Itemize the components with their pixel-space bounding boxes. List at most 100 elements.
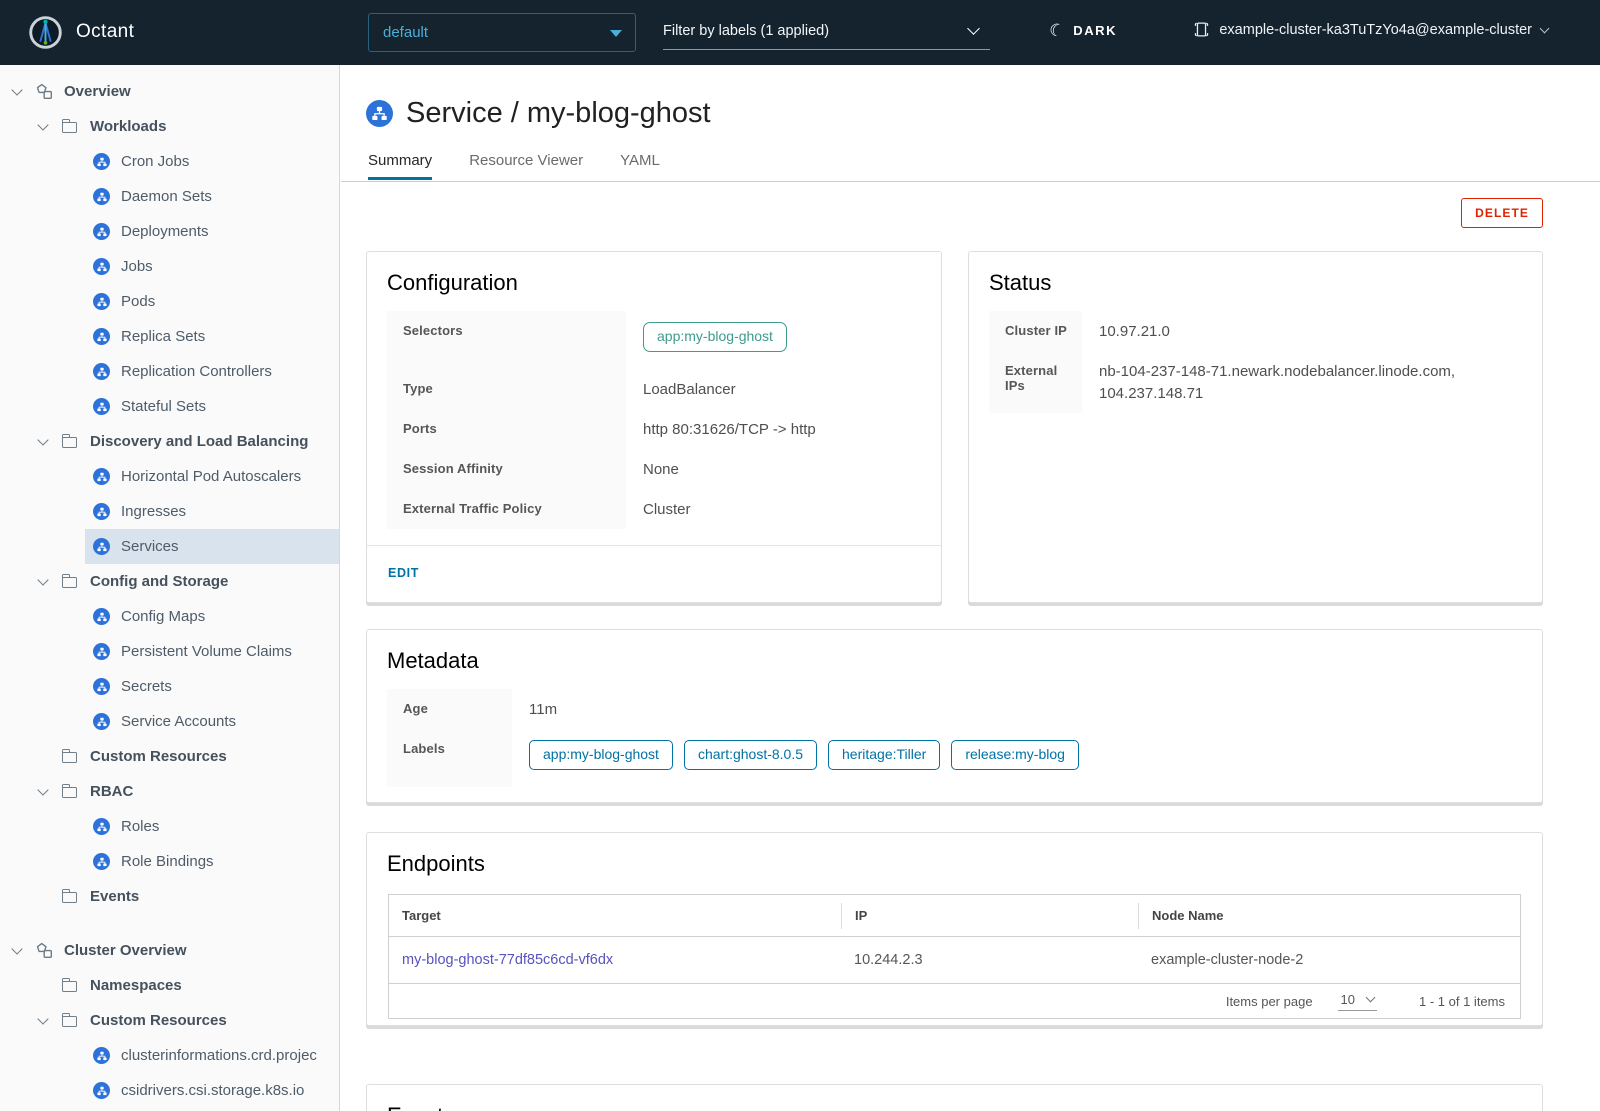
kv-value: None <box>626 449 921 489</box>
sidebar-item-secrets[interactable]: Secrets <box>85 669 339 704</box>
sidebar-item-services[interactable]: Services <box>85 529 339 564</box>
sidebar-item-replication-controllers[interactable]: Replication Controllers <box>85 354 339 389</box>
kv-row-labels: Labelsapp:my-blog-ghostchart:ghost-8.0.5… <box>387 729 1522 787</box>
sidebar-item-cluster-overview[interactable]: Cluster Overview <box>0 933 339 968</box>
sidebar-item-ingresses[interactable]: Ingresses <box>85 494 339 529</box>
label-badge: release:my-blog <box>951 740 1079 770</box>
sidebar-item-role-bindings[interactable]: Role Bindings <box>85 844 339 879</box>
chevron-down-icon[interactable] <box>35 440 62 444</box>
sidebar-item-rbac[interactable]: RBAC <box>0 774 339 809</box>
folder-icon <box>62 787 77 798</box>
metadata-kv-table: Age11mLabelsapp:my-blog-ghostchart:ghost… <box>387 689 1522 787</box>
sidebar-item-clusterinformations-crd-projec[interactable]: clusterinformations.crd.projec <box>85 1038 339 1073</box>
kv-row-age: Age11m <box>387 689 1522 729</box>
status-card-title: Status <box>969 252 1542 296</box>
events-card: Events <box>366 1084 1543 1111</box>
sidebar-item-custom-resources[interactable]: Custom Resources <box>0 1003 339 1038</box>
endpoints-table: TargetIPNode Name my-blog-ghost-77df85c6… <box>388 894 1521 1019</box>
kv-row-external-ips: External IPsnb-104-237-148-71.newark.nod… <box>989 351 1522 413</box>
status-card: Status Cluster IP10.97.21.0External IPsn… <box>968 251 1543 603</box>
sidebar-item-deployments[interactable]: Deployments <box>85 214 339 249</box>
sidebar-item-discovery-and-load-balancing[interactable]: Discovery and Load Balancing <box>0 424 339 459</box>
folder-icon <box>62 1016 77 1027</box>
sidebar-item-overview[interactable]: Overview <box>0 74 339 109</box>
folder-icon <box>62 981 77 992</box>
endpoints-table-header: TargetIPNode Name <box>389 895 1520 937</box>
roles-icon <box>93 818 110 835</box>
sidebar-item-stateful-sets[interactable]: Stateful Sets <box>85 389 339 424</box>
page-size-dropdown[interactable]: 10 <box>1338 992 1377 1011</box>
service-icon <box>366 100 393 127</box>
endpoints-card-title: Endpoints <box>367 833 1542 877</box>
status-kv-table: Cluster IP10.97.21.0External IPsnb-104-2… <box>989 311 1522 413</box>
page-title: Service / my-blog-ghost <box>366 97 711 130</box>
metadata-card: Metadata Age11mLabelsapp:my-blog-ghostch… <box>366 629 1543 803</box>
chevron-down-icon[interactable] <box>35 1019 62 1023</box>
kv-label: Cluster IP <box>989 311 1082 351</box>
tab-summary[interactable]: Summary <box>368 152 432 180</box>
folder-icon <box>62 577 77 588</box>
sidebar-item-roles[interactable]: Roles <box>85 809 339 844</box>
sidebar-item-namespaces[interactable]: Namespaces <box>0 968 339 1003</box>
kv-value: Cluster <box>626 489 921 529</box>
kv-label: External IPs <box>989 351 1082 413</box>
sidebar-item-events[interactable]: Events <box>0 879 339 914</box>
cluster-context-label: example-cluster-ka3TuTzYo4a@example-clus… <box>1219 22 1532 38</box>
filter-by-labels-dropdown[interactable]: Filter by labels (1 applied) <box>663 13 990 50</box>
sidebar-item-jobs[interactable]: Jobs <box>85 249 339 284</box>
sidebar-item-csidrivers-csi-storage-k8s-io[interactable]: csidrivers.csi.storage.k8s.io <box>85 1073 339 1108</box>
chevron-down-icon[interactable] <box>35 125 62 129</box>
kv-label: Type <box>387 369 626 409</box>
sidebar-item-horizontal-pod-autoscalers[interactable]: Horizontal Pod Autoscalers <box>85 459 339 494</box>
chevron-down-icon[interactable] <box>9 90 36 94</box>
tab-bar-divider <box>341 181 1600 182</box>
endpoints-card: Endpoints TargetIPNode Name my-blog-ghos… <box>366 832 1543 1026</box>
sidebar-item-label: Jobs <box>121 258 153 275</box>
dark-theme-toggle[interactable]: ☾ DARK <box>1049 22 1117 39</box>
sidebar-item-service-accounts[interactable]: Service Accounts <box>85 704 339 739</box>
endpoint-target-link[interactable]: my-blog-ghost-77df85c6cd-vf6dx <box>402 952 613 968</box>
page-size-value: 10 <box>1341 992 1355 1007</box>
tab-bar: Summary Resource Viewer YAML <box>368 152 660 180</box>
chevron-down-icon <box>1540 23 1550 33</box>
kv-row-ports: Portshttp 80:31626/TCP -> http <box>387 409 921 449</box>
chevron-down-icon[interactable] <box>9 949 36 953</box>
tab-yaml[interactable]: YAML <box>620 152 660 180</box>
sidebar-item-replica-sets[interactable]: Replica Sets <box>85 319 339 354</box>
sidebar-item-persistent-volume-claims[interactable]: Persistent Volume Claims <box>85 634 339 669</box>
sidebar-item-label: RBAC <box>90 783 133 800</box>
kv-value: LoadBalancer <box>626 369 921 409</box>
sidebar-item-label: Role Bindings <box>121 853 214 870</box>
jobs-icon <box>93 258 110 275</box>
tab-resource-viewer[interactable]: Resource Viewer <box>469 152 583 180</box>
label-badge: chart:ghost-8.0.5 <box>684 740 817 770</box>
replication-controllers-icon <box>93 363 110 380</box>
sidebar-item-custom-resources[interactable]: Custom Resources <box>0 739 339 774</box>
folder-icon <box>62 437 77 448</box>
sidebar-item-pods[interactable]: Pods <box>85 284 339 319</box>
sidebar-item-daemon-sets[interactable]: Daemon Sets <box>85 179 339 214</box>
kv-row-selectors: Selectorsapp:my-blog-ghost <box>387 311 921 369</box>
sidebar-item-label: Persistent Volume Claims <box>121 643 292 660</box>
folder-icon <box>62 752 77 763</box>
sidebar-item-workloads[interactable]: Workloads <box>0 109 339 144</box>
delete-button[interactable]: DELETE <box>1461 198 1543 228</box>
chevron-down-icon[interactable] <box>35 790 62 794</box>
sidebar-item-label: Discovery and Load Balancing <box>90 433 308 450</box>
namespace-dropdown-value: default <box>383 24 428 41</box>
cluster-context-selector[interactable]: example-cluster-ka3TuTzYo4a@example-clus… <box>1193 21 1548 38</box>
header-bar: Octant default Filter by labels (1 appli… <box>0 0 1600 65</box>
sidebar-item-config-maps[interactable]: Config Maps <box>85 599 339 634</box>
sidebar-item-config-and-storage[interactable]: Config and Storage <box>0 564 339 599</box>
sidebar-item-cron-jobs[interactable]: Cron Jobs <box>85 144 339 179</box>
sidebar-item-label: Stateful Sets <box>121 398 206 415</box>
edit-link[interactable]: EDIT <box>388 566 419 580</box>
cron-jobs-icon <box>93 153 110 170</box>
sidebar-item-label: Daemon Sets <box>121 188 212 205</box>
namespace-dropdown[interactable]: default <box>368 13 636 52</box>
horizontal-pod-autoscalers-icon <box>93 468 110 485</box>
chevron-down-icon[interactable] <box>35 580 62 584</box>
endpoints-table-rows: my-blog-ghost-77df85c6cd-vf6dx10.244.2.3… <box>389 937 1520 984</box>
endpoints-column-node-name: Node Name <box>1138 903 1520 929</box>
config-maps-icon <box>93 608 110 625</box>
